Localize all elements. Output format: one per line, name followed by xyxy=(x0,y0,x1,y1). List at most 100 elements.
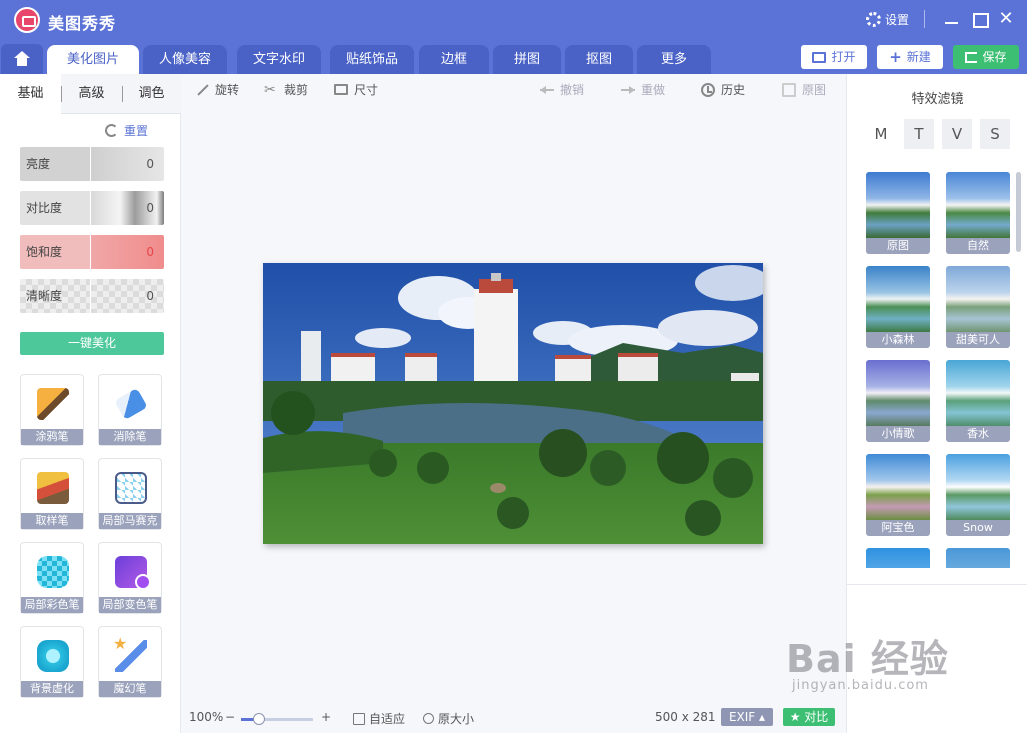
filter-label: 甜美可人 xyxy=(946,332,1010,348)
contrast-value: 0 xyxy=(146,201,154,215)
filter-perfume[interactable]: 香水 xyxy=(946,360,1010,442)
magic-wand-icon xyxy=(113,634,147,672)
filter-next[interactable] xyxy=(946,548,1010,568)
sharpness-track[interactable]: 0 xyxy=(91,279,164,313)
close-button[interactable]: ✕ xyxy=(998,10,1014,28)
sharpness-label: 清晰度 xyxy=(20,279,91,313)
edit-toolbar: 旋转 ✂ 裁剪 尺寸 撤销 重做 历史 原图 xyxy=(181,74,846,104)
zoom-in-button[interactable]: + xyxy=(321,710,331,724)
subtab-color[interactable]: 调色 xyxy=(122,74,181,114)
local-recolor-pen-tool[interactable]: 局部变色笔 xyxy=(98,542,162,614)
zoom-percent: 100% xyxy=(189,710,224,724)
panel-divider xyxy=(847,584,1027,585)
filter-snow[interactable]: Snow xyxy=(946,454,1010,536)
tab-text-watermark[interactable]: 文字水印 xyxy=(237,45,321,74)
local-color-pen-tool[interactable]: 局部彩色笔 xyxy=(20,542,84,614)
compare-label: 对比 xyxy=(804,710,829,724)
maximize-button[interactable] xyxy=(972,10,989,28)
undo-label: 撤销 xyxy=(560,83,585,97)
crop-button[interactable]: ✂ 裁剪 xyxy=(264,81,308,98)
save-button[interactable]: 保存 xyxy=(953,45,1019,69)
filter-tab-m[interactable]: M xyxy=(866,119,896,149)
subtab-basic[interactable]: 基础 xyxy=(0,74,61,114)
scissors-icon: ✂ xyxy=(264,81,276,98)
settings-label: 设置 xyxy=(885,13,910,27)
compare-button[interactable]: ★ 对比 xyxy=(783,708,835,726)
fit-label: 自适应 xyxy=(369,712,406,726)
actual-size-button[interactable]: 原大小 xyxy=(423,710,474,727)
filter-original[interactable]: 原图 xyxy=(866,172,930,254)
tab-beautify[interactable]: 美化图片 xyxy=(47,45,139,74)
filter-love-song[interactable]: 小情歌 xyxy=(866,360,930,442)
filter-grid: 原图 自然 小森林 甜美可人 小情歌 香水 阿宝色 Snow xyxy=(847,170,1015,568)
local-mosaic-tool[interactable]: 局部马赛克 xyxy=(98,458,162,530)
filter-abao[interactable]: 阿宝色 xyxy=(866,454,930,536)
rotate-button[interactable]: 旋转 xyxy=(195,81,239,98)
canvas-area: 旋转 ✂ 裁剪 尺寸 撤销 重做 历史 原图 100% − + 自适应 原大小 … xyxy=(181,74,846,733)
recolor-icon xyxy=(115,556,151,590)
clock-icon xyxy=(701,82,715,97)
one-click-beautify-button[interactable]: 一键美化 xyxy=(20,332,164,355)
new-label: 新建 xyxy=(906,50,931,64)
filter-label: 阿宝色 xyxy=(866,520,930,536)
doodle-pen-tool[interactable]: 涂鸦笔 xyxy=(20,374,84,446)
open-button[interactable]: 打开 xyxy=(801,45,867,69)
save-label: 保存 xyxy=(982,50,1007,64)
subtab-advanced[interactable]: 高级 xyxy=(61,74,122,114)
tab-portrait[interactable]: 人像美容 xyxy=(143,45,227,74)
filter-label: 原图 xyxy=(866,238,930,254)
tab-more[interactable]: 更多 xyxy=(637,45,711,74)
sample-pen-tool[interactable]: 取样笔 xyxy=(20,458,84,530)
brightness-track[interactable]: 0 xyxy=(91,147,164,181)
redo-button[interactable]: 重做 xyxy=(621,81,665,98)
zoom-out-button[interactable]: − xyxy=(225,710,235,724)
sharpness-slider[interactable]: 清晰度 0 xyxy=(20,279,164,313)
filter-scrollbar[interactable] xyxy=(1016,172,1021,252)
contrast-slider[interactable]: 对比度 0 xyxy=(20,191,164,225)
background-blur-tool[interactable]: 背景虚化 xyxy=(20,626,84,698)
filter-tab-s[interactable]: S xyxy=(980,119,1010,149)
contrast-track[interactable]: 0 xyxy=(91,191,164,225)
filter-next[interactable] xyxy=(866,548,930,568)
tool-label: 涂鸦笔 xyxy=(21,429,83,445)
filter-natural[interactable]: 自然 xyxy=(946,172,1010,254)
filter-tab-v[interactable]: V xyxy=(942,119,972,149)
gear-icon xyxy=(866,12,881,27)
tab-collage[interactable]: 拼图 xyxy=(493,45,561,74)
fit-button[interactable]: 自适应 xyxy=(353,710,405,727)
filter-tab-t[interactable]: T xyxy=(904,119,934,149)
image-dimensions: 500 x 281 xyxy=(655,710,716,724)
resize-button[interactable]: 尺寸 xyxy=(334,81,378,98)
eraser-pen-tool[interactable]: 消除笔 xyxy=(98,374,162,446)
new-button[interactable]: + 新建 xyxy=(877,45,943,69)
edited-photo[interactable] xyxy=(263,263,763,544)
brightness-slider[interactable]: 亮度 0 xyxy=(20,147,164,181)
minimize-button[interactable] xyxy=(944,10,960,28)
filter-sweet[interactable]: 甜美可人 xyxy=(946,266,1010,348)
saturation-slider[interactable]: 饱和度 0 xyxy=(20,235,164,269)
history-label: 历史 xyxy=(721,83,746,97)
tab-stickers[interactable]: 贴纸饰品 xyxy=(330,45,414,74)
settings-button[interactable]: 设置 xyxy=(866,11,909,28)
undo-button[interactable]: 撤销 xyxy=(540,81,584,98)
reset-button[interactable]: 重置 xyxy=(105,122,148,139)
filter-label: 香水 xyxy=(946,426,1010,442)
open-label: 打开 xyxy=(831,50,856,64)
filter-thumbnail xyxy=(866,266,930,332)
blur-icon xyxy=(37,640,69,672)
exif-button[interactable]: EXIF ▴ xyxy=(721,708,773,726)
window-controls-divider xyxy=(924,10,925,28)
tab-cutout[interactable]: 抠图 xyxy=(565,45,633,74)
magic-pen-tool[interactable]: 魔幻笔 xyxy=(98,626,162,698)
redo-arrow-icon xyxy=(621,83,635,97)
home-button[interactable] xyxy=(1,44,43,74)
saturation-track[interactable]: 0 xyxy=(91,235,164,269)
zoom-slider-handle[interactable] xyxy=(253,713,265,725)
zoom-slider-track[interactable] xyxy=(241,718,313,721)
history-button[interactable]: 历史 xyxy=(701,81,745,98)
original-button[interactable]: 原图 xyxy=(782,81,826,98)
original-label: 原图 xyxy=(802,83,827,97)
filter-small-forest[interactable]: 小森林 xyxy=(866,266,930,348)
rotate-label: 旋转 xyxy=(215,83,240,97)
tab-frames[interactable]: 边框 xyxy=(419,45,489,74)
